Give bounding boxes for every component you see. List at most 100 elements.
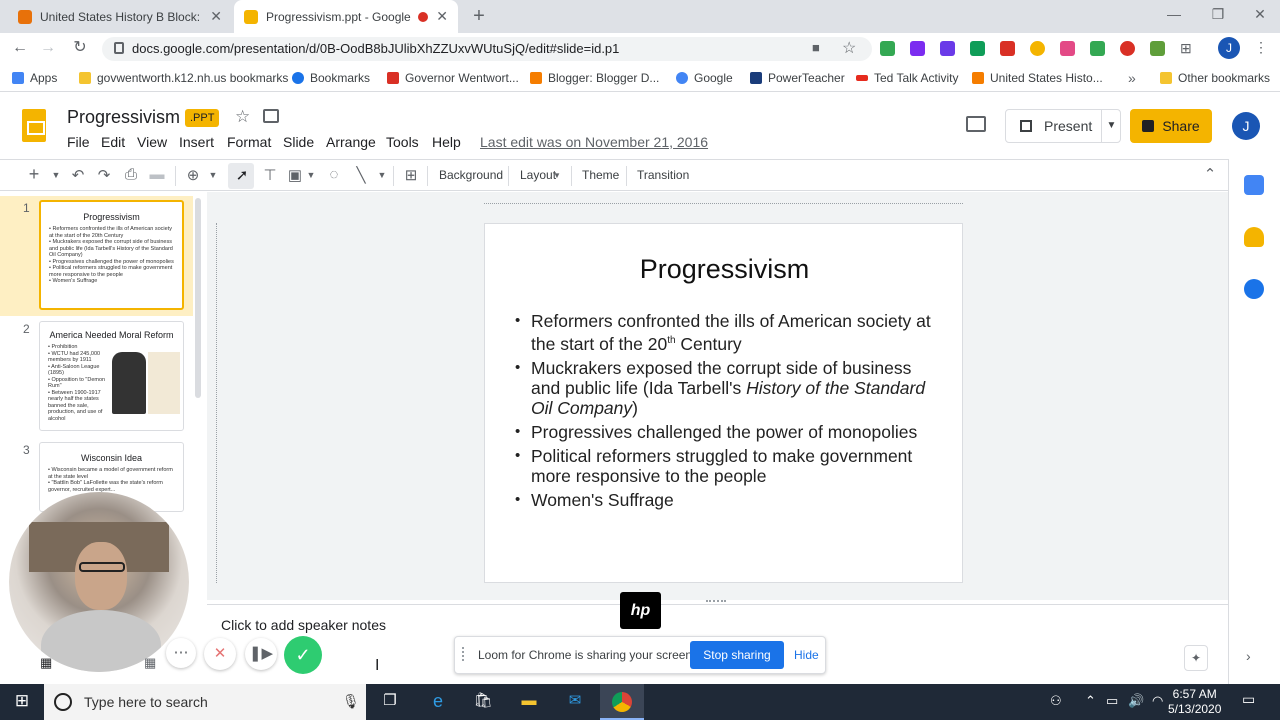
image-dropdown-icon[interactable]: ▼ xyxy=(301,170,321,180)
expand-panel-icon[interactable]: › xyxy=(1246,648,1251,664)
battery-icon[interactable]: ▭ xyxy=(1106,693,1118,709)
line-icon[interactable]: ╲ xyxy=(351,166,371,184)
url-text[interactable]: docs.google.com/presentation/d/0B-OodB8b… xyxy=(132,41,619,56)
wifi-icon[interactable]: ◠ xyxy=(1152,693,1163,709)
back-icon[interactable]: ← xyxy=(10,38,30,58)
menu-file[interactable]: File xyxy=(67,134,90,150)
calendar-icon[interactable] xyxy=(1244,175,1264,195)
profile-avatar[interactable]: J xyxy=(1218,37,1240,59)
bookmark-apps[interactable]: Apps xyxy=(12,71,57,85)
shape-icon[interactable]: ◌ xyxy=(324,166,344,183)
menu-tools[interactable]: Tools xyxy=(386,134,419,150)
move-to-folder-icon[interactable] xyxy=(263,109,279,123)
browser-tab-1[interactable]: United States History B Block: We ✕ xyxy=(8,0,232,33)
extension-icon[interactable] xyxy=(1060,41,1075,56)
more-bookmarks-icon[interactable]: » xyxy=(1128,70,1136,86)
present-dropdown-icon[interactable]: ▼ xyxy=(1101,109,1121,143)
extension-icon[interactable] xyxy=(1150,41,1165,56)
forward-icon[interactable]: → xyxy=(38,38,58,58)
menu-help[interactable]: Help xyxy=(432,134,461,150)
slide-bullet-list[interactable]: Reformers confronted the ills of America… xyxy=(515,311,945,514)
extensions-grid-icon[interactable]: ⊞ xyxy=(1180,40,1192,57)
comments-icon[interactable] xyxy=(966,116,986,132)
close-tab-icon[interactable]: ✕ xyxy=(210,8,222,25)
menu-slide[interactable]: Slide xyxy=(283,134,314,150)
redo-icon[interactable]: ↷ xyxy=(94,166,114,184)
camera-icon[interactable]: ■ xyxy=(812,40,820,55)
bookmark-powerteacher[interactable]: PowerTeacher xyxy=(750,71,845,85)
bookmark-us-history[interactable]: United States Histo... xyxy=(972,71,1103,85)
menu-insert[interactable]: Insert xyxy=(179,134,214,150)
layout-button[interactable]: Layout xyxy=(520,168,556,182)
bookmark-govwentworth[interactable]: govwentworth.k12.nh.us bookmarks xyxy=(79,71,288,85)
task-view-icon[interactable]: ❐ xyxy=(379,690,401,712)
slides-logo-icon[interactable] xyxy=(22,109,46,142)
mail-icon[interactable]: ✉ xyxy=(564,690,586,712)
cancel-recording-icon[interactable]: ✕ xyxy=(204,638,236,670)
text-box-icon[interactable]: ⊤ xyxy=(260,166,280,184)
print-icon[interactable]: ⎙ xyxy=(121,166,141,183)
file-explorer-icon[interactable]: ▬ xyxy=(518,690,540,712)
restore-icon[interactable]: ❐ xyxy=(1196,0,1240,30)
pause-recording-icon[interactable]: ❚▶ xyxy=(245,638,277,670)
close-tab-icon[interactable]: ✕ xyxy=(436,8,448,25)
taskbar-clock[interactable]: 6:57 AM 5/13/2020 xyxy=(1168,687,1221,717)
windows-start-icon[interactable]: ⊞ xyxy=(11,690,33,712)
chrome-taskbar-button[interactable] xyxy=(600,684,644,720)
slide-thumbnail-2[interactable]: America Needed Moral Reform • Prohibitio… xyxy=(39,321,184,431)
drag-handle-icon[interactable] xyxy=(462,647,468,661)
account-avatar[interactable]: J xyxy=(1232,112,1260,140)
store-icon[interactable]: 🛍 xyxy=(472,690,494,712)
extension-icon[interactable] xyxy=(940,41,955,56)
reload-icon[interactable]: ↻ xyxy=(70,38,90,58)
new-slide-dropdown-icon[interactable]: ▼ xyxy=(46,170,66,180)
menu-arrange[interactable]: Arrange xyxy=(326,134,376,150)
zoom-icon[interactable]: ⊕ xyxy=(183,166,203,184)
star-icon[interactable]: ☆ xyxy=(235,107,250,127)
transition-button[interactable]: Transition xyxy=(637,168,689,182)
extension-icon[interactable] xyxy=(1000,41,1015,56)
slides-grid-icon[interactable]: ▦ xyxy=(40,655,52,671)
last-edit-link[interactable]: Last edit was on November 21, 2016 xyxy=(480,134,708,150)
bookmark-ted-talk[interactable]: Ted Talk Activity xyxy=(856,71,958,85)
theme-button[interactable]: Theme xyxy=(582,168,619,182)
volume-icon[interactable]: 🔊 xyxy=(1128,693,1144,709)
slide-title[interactable]: Progressivism xyxy=(485,254,964,285)
speaker-notes-placeholder[interactable]: Click to add speaker notes xyxy=(221,617,386,633)
bookmark-google[interactable]: Google xyxy=(676,71,733,85)
tasks-icon[interactable] xyxy=(1244,279,1264,299)
new-slide-icon[interactable]: + xyxy=(24,164,44,185)
drive-extension-icon[interactable] xyxy=(880,41,895,56)
new-tab-button[interactable]: + xyxy=(468,5,490,27)
collapse-toolbar-icon[interactable]: ⌃ xyxy=(1200,165,1220,183)
current-slide[interactable]: Progressivism Reformers confronted the i… xyxy=(484,223,963,583)
extension-icon[interactable] xyxy=(910,41,925,56)
bookmark-star-icon[interactable]: ☆ xyxy=(842,38,856,58)
explore-icon[interactable]: ✦ xyxy=(1184,645,1208,671)
webcam-bubble[interactable] xyxy=(9,492,189,672)
filmstrip-scrollbar[interactable] xyxy=(195,198,201,398)
extension-icon[interactable] xyxy=(1090,41,1105,56)
more-options-icon[interactable]: ⋯ xyxy=(166,638,196,668)
menu-edit[interactable]: Edit xyxy=(101,134,125,150)
browser-menu-icon[interactable]: ⋮ xyxy=(1254,39,1268,56)
undo-icon[interactable]: ↶ xyxy=(68,166,88,184)
document-title[interactable]: Progressivism xyxy=(67,107,180,128)
keep-icon[interactable] xyxy=(1244,227,1264,247)
share-button[interactable]: Share xyxy=(1130,109,1212,143)
menu-format[interactable]: Format xyxy=(227,134,271,150)
bookmark-blogger[interactable]: Blogger: Blogger D... xyxy=(530,71,659,85)
grid-view-icon[interactable]: ▦ xyxy=(144,655,156,671)
menu-view[interactable]: View xyxy=(137,134,167,150)
layout-dropdown-icon[interactable]: ▼ xyxy=(552,171,562,180)
hide-button[interactable]: Hide xyxy=(794,648,819,662)
bookmark-bookmarks[interactable]: Bookmarks xyxy=(292,71,370,85)
extension-icon[interactable] xyxy=(1030,41,1045,56)
finish-recording-icon[interactable]: ✓ xyxy=(284,636,322,674)
taskbar-search-box[interactable]: Type here to search xyxy=(44,684,366,720)
edge-icon[interactable]: e xyxy=(427,690,449,712)
paint-format-icon[interactable]: ▬ xyxy=(147,166,167,183)
slide-thumbnail-1[interactable]: Progressivism • Reformers confronted the… xyxy=(39,200,184,310)
browser-tab-2[interactable]: Progressivism.ppt - Google S ✕ xyxy=(234,0,458,33)
stop-sharing-button[interactable]: Stop sharing xyxy=(690,641,784,669)
